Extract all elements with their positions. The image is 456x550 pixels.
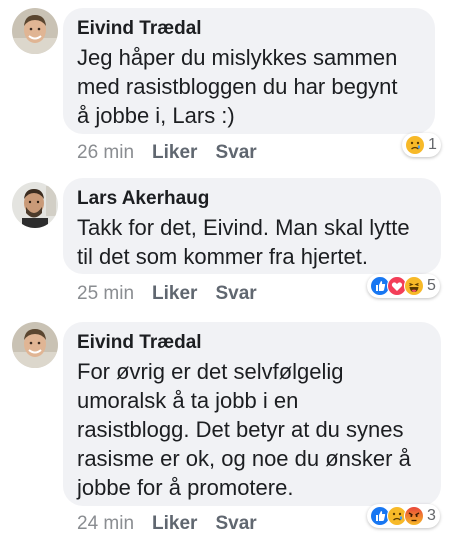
reaction-summary[interactable]: 1 [402, 133, 441, 157]
sad-reaction-icon [405, 135, 425, 155]
avatar[interactable] [12, 322, 58, 368]
comment-author[interactable]: Lars Akerhaug [77, 187, 427, 211]
comment-text: For øvrig er det selvfølgelig umoralsk å… [77, 359, 411, 500]
comment-author[interactable]: Eivind Trædal [77, 17, 421, 41]
like-link[interactable]: Liker [152, 282, 197, 306]
reaction-summary[interactable]: 5 [367, 274, 440, 298]
angry-reaction-icon [404, 506, 424, 526]
haha-reaction-icon [404, 276, 424, 296]
comment-actions: 24 min Liker Svar [77, 512, 257, 536]
reply-link[interactable]: Svar [215, 282, 256, 306]
comment-actions: 26 min Liker Svar [77, 141, 257, 165]
reaction-count: 5 [427, 277, 436, 294]
reply-link[interactable]: Svar [215, 512, 256, 536]
comment-timestamp[interactable]: 26 min [77, 141, 134, 165]
comment-text: Takk for det, Eivind. Man skal lytte til… [77, 215, 410, 269]
reaction-count: 1 [428, 136, 437, 153]
comment-text: Jeg håper du mislykkes sammen med rasist… [77, 45, 398, 128]
comment-bubble: Eivind Trædal For øvrig er det selvfølge… [63, 322, 441, 506]
comment-bubble: Eivind Trædal Jeg håper du mislykkes sam… [63, 8, 435, 134]
comment-author[interactable]: Eivind Trædal [77, 331, 427, 355]
like-link[interactable]: Liker [152, 141, 197, 165]
avatar[interactable] [12, 182, 58, 228]
comment-timestamp[interactable]: 24 min [77, 512, 134, 536]
avatar-photo [12, 322, 58, 368]
comment-bubble: Lars Akerhaug Takk for det, Eivind. Man … [63, 178, 441, 274]
like-link[interactable]: Liker [152, 512, 197, 536]
comment-actions: 25 min Liker Svar [77, 282, 257, 306]
avatar[interactable] [12, 8, 58, 54]
comment-timestamp[interactable]: 25 min [77, 282, 134, 306]
reaction-count: 3 [427, 507, 436, 524]
reply-link[interactable]: Svar [215, 141, 256, 165]
avatar-photo [12, 8, 58, 54]
reaction-summary[interactable]: 3 [367, 504, 440, 528]
avatar-photo [12, 182, 58, 228]
